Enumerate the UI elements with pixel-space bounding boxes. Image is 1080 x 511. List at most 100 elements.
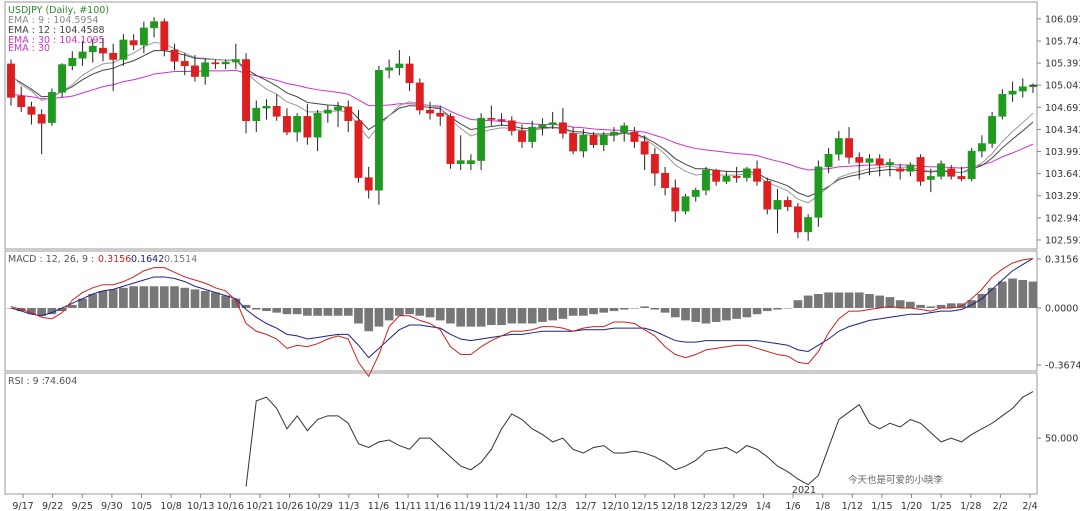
rsi-value: 74.604: [44, 376, 77, 387]
candle-down: [272, 105, 281, 117]
x-tick-label: 12/23: [691, 501, 718, 511]
price-tick-label: 104.343: [1045, 125, 1080, 136]
macd-histogram-bar: [446, 307, 455, 324]
macd-histogram-bar: [108, 289, 118, 308]
x-tick-label: 11/24: [483, 501, 510, 511]
macd-histogram-bar: [88, 294, 98, 308]
price-y-axis: 106.093 105.743 105.393 105.043 104.693 104.3…: [1037, 14, 1080, 246]
x-tick-label: 10/5: [131, 501, 152, 511]
macd-histogram-bar: [486, 307, 496, 326]
candle-up: [681, 196, 690, 212]
macd-histogram-bar: [200, 290, 210, 308]
candle-up: [691, 190, 700, 197]
candle-up: [262, 105, 271, 109]
ema9-line: [10, 41, 1034, 204]
candle-down: [191, 65, 199, 77]
candle-down: [947, 168, 956, 177]
macd-histogram-bar: [395, 307, 404, 316]
x-tick-label: 11/30: [513, 501, 540, 511]
candle-down: [17, 95, 26, 108]
price-tick-label: 104.693: [1045, 103, 1080, 114]
candle-up: [906, 164, 915, 172]
candle-up: [579, 135, 588, 152]
macd-histogram-bar: [752, 307, 762, 315]
macd-histogram-bar: [578, 307, 588, 316]
candle-up: [201, 62, 210, 77]
macd-value-1: 0.3156: [98, 254, 131, 265]
candle-up: [834, 138, 843, 155]
candle-up: [47, 92, 56, 123]
candle-down: [783, 200, 792, 207]
macd-histogram-bar: [139, 286, 149, 308]
x-tick-label: 1/6: [785, 501, 800, 511]
macd-histogram-bar: [354, 307, 363, 324]
macd-histogram-bar: [384, 307, 394, 321]
candle-down: [650, 153, 659, 174]
macd-histogram-bar: [170, 286, 179, 308]
macd-histogram-bar: [1008, 278, 1017, 308]
macd-histogram-bar: [262, 307, 271, 312]
macd-histogram-bar: [895, 300, 905, 308]
macd-histogram-bar: [507, 307, 517, 324]
macd-tick-label: 0.0000: [1045, 303, 1078, 314]
macd-histogram-bar: [906, 301, 915, 308]
x-tick-label: 2/4: [1022, 501, 1037, 511]
rsi-tick-label: 50.000: [1045, 434, 1078, 445]
macd-histogram-bar: [527, 307, 537, 324]
macd-histogram-bar: [670, 307, 680, 318]
macd-histogram-bar: [558, 307, 568, 319]
candle-down: [518, 130, 526, 142]
macd-histogram-bar: [180, 287, 190, 308]
candle-down: [845, 138, 853, 158]
candle-down: [487, 117, 496, 120]
candle-down: [415, 82, 424, 111]
macd-histogram-bar: [630, 307, 639, 309]
candle-up: [88, 45, 97, 53]
x-tick-label: 2/2: [993, 501, 1008, 511]
candle-down: [180, 61, 189, 67]
macd-histogram-bar: [742, 307, 752, 318]
macd-histogram-bar: [660, 307, 670, 313]
macd-histogram-bar: [814, 294, 823, 308]
macd-histogram-bar: [987, 287, 997, 308]
ema9-series: [10, 41, 1034, 204]
price-tick-label: 103.643: [1045, 169, 1080, 180]
candle-down: [7, 63, 15, 98]
macd-title: MACD : 12, 26, 9 :: [8, 254, 94, 265]
macd-histogram-bar: [364, 307, 374, 332]
candle-up: [252, 107, 261, 122]
x-tick-label: 12/15: [631, 501, 658, 511]
macd-histogram-bar: [374, 307, 384, 327]
candle-up: [385, 67, 394, 71]
macd-histogram-bar: [997, 281, 1007, 308]
macd-histogram-bar: [343, 307, 353, 316]
macd-histogram-bar: [323, 307, 333, 316]
watermark-text: 今天也是可爱的小晓李: [848, 474, 944, 486]
candle-down: [507, 120, 516, 132]
x-tick-label: 10/16: [217, 501, 244, 511]
candle-down: [763, 181, 772, 210]
candle-down: [283, 116, 291, 133]
x-tick-label: 10/21: [246, 501, 273, 511]
candle-down: [303, 116, 312, 138]
candle-down: [569, 133, 578, 152]
macd-histogram-bar: [517, 307, 527, 324]
x-tick-label: 11/16: [424, 501, 451, 511]
macd-histogram-bar: [803, 295, 813, 308]
candle-up: [1008, 90, 1017, 95]
macd-histogram-bar: [854, 292, 864, 308]
candle-up: [395, 63, 404, 68]
candle-down: [661, 172, 670, 188]
candle-up: [824, 153, 833, 168]
candle-up: [68, 57, 77, 67]
candle-up: [988, 116, 997, 144]
macd-histogram-bar: [650, 307, 660, 310]
candle-down: [712, 169, 721, 182]
x-tick-label: 9/22: [42, 501, 63, 511]
candle-up: [139, 27, 148, 46]
macd-histogram-bar: [272, 307, 282, 313]
candle-down: [446, 116, 455, 164]
candle-up: [528, 126, 537, 142]
macd-histogram-bar: [313, 307, 322, 316]
macd-histogram-bar: [773, 307, 782, 310]
